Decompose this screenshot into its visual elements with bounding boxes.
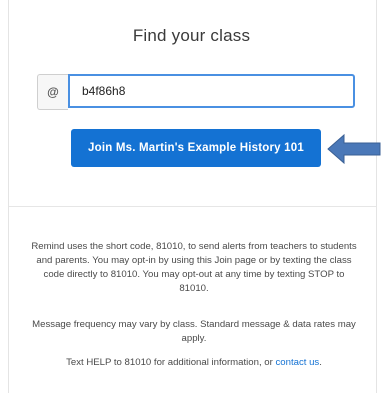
class-code-field: @ — [37, 74, 355, 110]
help-info-paragraph: Text HELP to 81010 for additional inform… — [30, 356, 358, 370]
frame-right-border — [376, 0, 377, 393]
at-prefix: @ — [37, 74, 68, 110]
sms-info-paragraph: Remind uses the short code, 81010, to se… — [31, 241, 357, 294]
help-text-end: . — [319, 357, 322, 368]
frame-left-border — [8, 0, 9, 393]
section-divider — [9, 206, 376, 207]
rates-info-paragraph: Message frequency may vary by class. Sta… — [32, 319, 356, 344]
help-text: Text HELP to 81010 for additional inform… — [66, 357, 276, 368]
contact-us-link[interactable]: contact us — [276, 357, 320, 368]
page-title: Find your class — [132, 26, 251, 45]
arrow-left-icon — [327, 133, 381, 165]
class-code-input[interactable] — [68, 74, 355, 108]
join-class-button[interactable]: Join Ms. Martin's Example History 101 — [71, 129, 321, 167]
